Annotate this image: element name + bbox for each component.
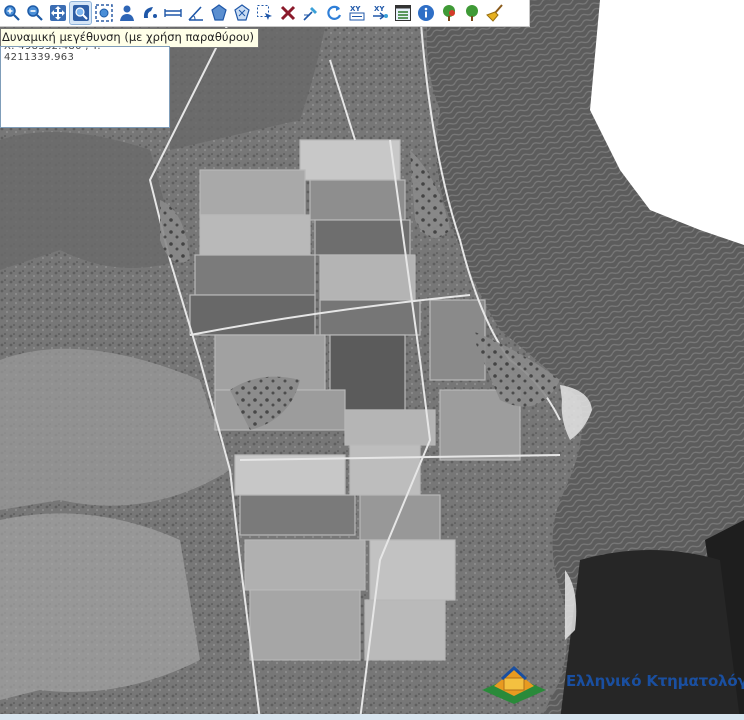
polygon-icon (210, 4, 227, 21)
pan-icon (49, 5, 66, 21)
zoom-extent-icon (94, 4, 113, 22)
xy-goto-button[interactable]: XY (369, 2, 390, 24)
select-box-button[interactable] (254, 2, 275, 24)
zoom-in-icon (3, 5, 20, 21)
tree-red-button[interactable] (438, 2, 459, 24)
pan-button[interactable] (47, 2, 68, 24)
logo-emblem (482, 665, 546, 704)
svg-text:XY: XY (350, 5, 361, 13)
logo-text: Ελληνικό Κτηματολόγιο (566, 672, 744, 690)
coordinates-panel: X: 498332.480 , Y: 4211339.963 (0, 46, 170, 128)
select-box-icon (256, 5, 272, 20)
xy-goto-icon: XY (372, 5, 388, 20)
identify-person-button[interactable] (116, 2, 137, 24)
polygon-button[interactable] (208, 2, 229, 24)
measure-button[interactable] (139, 2, 160, 24)
polygon-select-icon (233, 4, 250, 21)
xy-coordinates-icon: XY (349, 5, 364, 21)
map-toolbar: XY XY (0, 0, 530, 27)
zoom-in-button[interactable] (1, 2, 22, 24)
refresh-button[interactable] (323, 2, 344, 24)
tree-red-icon (442, 5, 455, 21)
measure-line-icon (163, 9, 182, 17)
tool-tooltip: Δυναμική μεγέθυνση (με χρήση παραθύρου) (0, 28, 260, 48)
tree-green-button[interactable] (461, 2, 482, 24)
bottom-strip (0, 714, 744, 720)
clear-icon (280, 5, 295, 21)
zoom-extent-button[interactable] (93, 2, 114, 24)
layers-button[interactable] (392, 2, 413, 24)
ktimatologio-logo: Ελληνικό Κτηματολόγιο (474, 660, 744, 706)
zoom-out-button[interactable] (24, 2, 45, 24)
measure-icon (143, 7, 157, 18)
clear-button[interactable] (277, 2, 298, 24)
polygon-select-button[interactable] (231, 2, 252, 24)
edit-vertex-icon (302, 7, 317, 21)
xy-coordinates-button[interactable]: XY (346, 2, 367, 24)
zoom-box-icon (72, 5, 89, 21)
layers-icon (394, 5, 411, 21)
tree-green-icon (465, 5, 478, 21)
broom-button[interactable] (484, 2, 505, 24)
refresh-icon (326, 5, 341, 20)
measure-line-button[interactable] (162, 2, 183, 24)
measure-angle-icon (187, 6, 203, 21)
zoom-box-button[interactable] (69, 1, 92, 25)
measure-angle-button[interactable] (185, 2, 206, 24)
info-button[interactable] (415, 2, 436, 24)
edit-vertex-button[interactable] (300, 2, 321, 24)
identify-person-icon (119, 5, 134, 21)
svg-text:XY: XY (374, 5, 385, 13)
info-icon (417, 5, 434, 21)
broom-icon (485, 4, 503, 22)
zoom-out-icon (26, 5, 43, 21)
coordinates-readout: X: 498332.480 , Y: 4211339.963 (4, 46, 101, 63)
